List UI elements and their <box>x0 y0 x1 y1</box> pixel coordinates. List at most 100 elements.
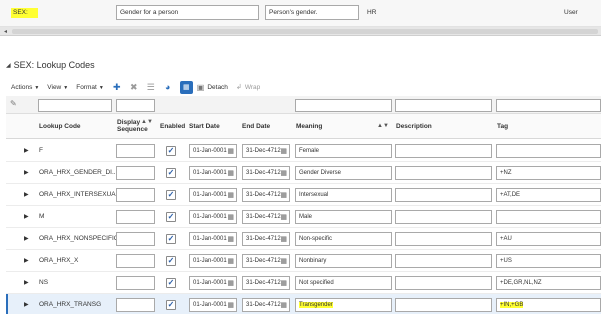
calendar-icon[interactable]: ▦ <box>227 169 234 177</box>
expand-row-icon[interactable]: ▶ <box>24 191 29 198</box>
meaning-input[interactable]: Intersexual <box>295 188 392 202</box>
expand-row-icon[interactable]: ▶ <box>24 147 29 154</box>
start-date-input[interactable]: 01-Jan-0001 ▦ <box>189 166 237 180</box>
calendar-icon[interactable]: ▦ <box>280 301 287 309</box>
meaning-input[interactable]: Gender Diverse <box>295 166 392 180</box>
table-row[interactable]: ▶ ORA_HRX_X ✓ 01-Jan-0001 ▦ 31-Dec-4712 ▦ Nonbi… <box>6 250 601 272</box>
end-date-input[interactable]: 31-Dec-4712 ▦ <box>242 210 290 224</box>
meaning-input[interactable]: Male <box>295 210 392 224</box>
column-header-tag[interactable]: Tag <box>497 123 508 130</box>
delete-row-icon[interactable]: ✖ <box>129 82 139 92</box>
meaning-input[interactable]: Not specified <box>295 276 392 290</box>
calendar-icon[interactable]: ▦ <box>280 147 287 155</box>
start-date-input[interactable]: 01-Jan-0001 ▦ <box>189 254 237 268</box>
meaning-input[interactable]: Transgender <box>295 298 392 312</box>
enabled-checkbox[interactable]: ✓ <box>166 146 176 156</box>
lookup-type-description-input[interactable]: Person's gender. <box>265 5 359 20</box>
column-header-end-date[interactable]: End Date <box>242 123 270 130</box>
tag-input[interactable]: +US <box>496 254 601 268</box>
filter-description[interactable] <box>395 99 492 112</box>
calendar-icon[interactable]: ▦ <box>227 213 234 221</box>
description-input[interactable] <box>395 232 492 246</box>
start-date-input[interactable]: 01-Jan-0001 ▦ <box>189 210 237 224</box>
calendar-icon[interactable]: ▦ <box>280 213 287 221</box>
calendar-icon[interactable]: ▦ <box>280 235 287 243</box>
meaning-input[interactable]: Nonbinary <box>295 254 392 268</box>
enabled-checkbox[interactable]: ✓ <box>166 168 176 178</box>
start-date-input[interactable]: 01-Jan-0001 ▦ <box>189 144 237 158</box>
sort-arrows-icon[interactable]: ▲▼ <box>141 119 153 125</box>
end-date-input[interactable]: 31-Dec-4712 ▦ <box>242 166 290 180</box>
expand-row-icon[interactable]: ▶ <box>24 235 29 242</box>
expand-row-icon[interactable]: ▶ <box>24 169 29 176</box>
table-row[interactable]: ▶ ORA_HRX_NONSPECIFIC ✓ 01-Jan-0001 ▦ 31-Dec-… <box>6 228 601 250</box>
end-date-input[interactable]: 31-Dec-4712 ▦ <box>242 254 290 268</box>
detach-button[interactable]: ▣ Detach <box>197 83 228 92</box>
calendar-icon[interactable]: ▦ <box>227 191 234 199</box>
end-date-input[interactable]: 31-Dec-4712 ▦ <box>242 188 290 202</box>
expand-row-icon[interactable]: ▶ <box>24 257 29 264</box>
table-row[interactable]: ▶ M ✓ 01-Jan-0001 ▦ 31-Dec-4712 ▦ Male <box>6 206 601 228</box>
calendar-icon[interactable]: ▦ <box>227 235 234 243</box>
calendar-icon[interactable]: ▦ <box>227 147 234 155</box>
expand-row-icon[interactable]: ▶ <box>24 213 29 220</box>
table-row[interactable]: ▶ F ✓ 01-Jan-0001 ▦ 31-Dec-4712 ▦ Female <box>6 140 601 162</box>
tag-input[interactable]: +IN,+GB <box>496 298 601 312</box>
expand-row-icon[interactable]: ▶ <box>24 279 29 286</box>
format-menu[interactable]: Format ▼ <box>76 84 104 91</box>
description-input[interactable] <box>395 166 492 180</box>
tag-input[interactable]: +AU <box>496 232 601 246</box>
tag-input[interactable] <box>496 144 601 158</box>
enabled-checkbox[interactable]: ✓ <box>166 212 176 222</box>
start-date-input[interactable]: 01-Jan-0001 ▦ <box>189 188 237 202</box>
display-sequence-input[interactable] <box>116 276 155 290</box>
table-row[interactable]: ▶ NS ✓ 01-Jan-0001 ▦ 31-Dec-4712 ▦ Not specifie… <box>6 272 601 294</box>
calendar-icon[interactable]: ▦ <box>280 257 287 265</box>
end-date-input[interactable]: 31-Dec-4712 ▦ <box>242 276 290 290</box>
calendar-icon[interactable]: ▦ <box>227 301 234 309</box>
description-input[interactable] <box>395 298 492 312</box>
calendar-icon[interactable]: ▦ <box>227 279 234 287</box>
tag-input[interactable]: +DE,GR,NL,NZ <box>496 276 601 290</box>
filter-lookup-code[interactable] <box>38 99 112 112</box>
end-date-input[interactable]: 31-Dec-4712 ▦ <box>242 144 290 158</box>
column-header-lookup-code[interactable]: Lookup Code <box>39 123 81 130</box>
enabled-checkbox[interactable]: ✓ <box>166 234 176 244</box>
query-by-example-icon[interactable]: ☰ <box>146 82 156 92</box>
wrap-button[interactable]: ↲ Wrap <box>236 83 260 92</box>
globe-icon[interactable]: ◕ <box>163 82 173 92</box>
scrollbar-thumb[interactable] <box>12 29 598 34</box>
display-sequence-input[interactable] <box>116 166 155 180</box>
end-date-input[interactable]: 31-Dec-4712 ▦ <box>242 298 290 312</box>
enabled-checkbox[interactable]: ✓ <box>166 190 176 200</box>
start-date-input[interactable]: 01-Jan-0001 ▦ <box>189 298 237 312</box>
section-header[interactable]: ◢ SEX: Lookup Codes <box>6 60 95 70</box>
actions-menu[interactable]: Actions ▼ <box>11 84 39 91</box>
display-sequence-input[interactable] <box>116 254 155 268</box>
add-row-icon[interactable]: ✚ <box>112 82 122 92</box>
table-row[interactable]: ▶ ORA_HRX_TRANSG ✓ 01-Jan-0001 ▦ 31-Dec-4712 ▦… <box>6 294 601 314</box>
description-input[interactable] <box>395 210 492 224</box>
meaning-input[interactable]: Non-specific <box>295 232 392 246</box>
start-date-input[interactable]: 01-Jan-0001 ▦ <box>189 276 237 290</box>
description-input[interactable] <box>395 144 492 158</box>
description-input[interactable] <box>395 254 492 268</box>
table-row[interactable]: ▶ ORA_HRX_INTERSEXUAL ✓ 01-Jan-0001 ▦ 31-Dec-… <box>6 184 601 206</box>
column-header-description[interactable]: Description <box>396 123 432 130</box>
display-sequence-input[interactable] <box>116 210 155 224</box>
calendar-icon[interactable]: ▦ <box>227 257 234 265</box>
column-header-start-date[interactable]: Start Date <box>189 123 220 130</box>
tag-input[interactable] <box>496 210 601 224</box>
filter-tag[interactable] <box>496 99 601 112</box>
display-sequence-input[interactable] <box>116 188 155 202</box>
filter-meaning[interactable] <box>295 99 392 112</box>
description-input[interactable] <box>395 276 492 290</box>
view-menu[interactable]: View ▼ <box>47 84 68 91</box>
collapse-triangle-icon[interactable]: ◢ <box>6 62 11 69</box>
table-row[interactable]: ▶ ORA_HRX_GENDER_DI... ✓ 01-Jan-0001 ▦ 31-Dec… <box>6 162 601 184</box>
lookup-type-meaning-input[interactable]: Gender for a person <box>116 5 259 20</box>
column-header-display-sequence[interactable]: Display Sequence <box>117 119 163 133</box>
start-date-input[interactable]: 01-Jan-0001 ▦ <box>189 232 237 246</box>
calendar-icon[interactable]: ▦ <box>280 279 287 287</box>
enabled-checkbox[interactable]: ✓ <box>166 300 176 310</box>
